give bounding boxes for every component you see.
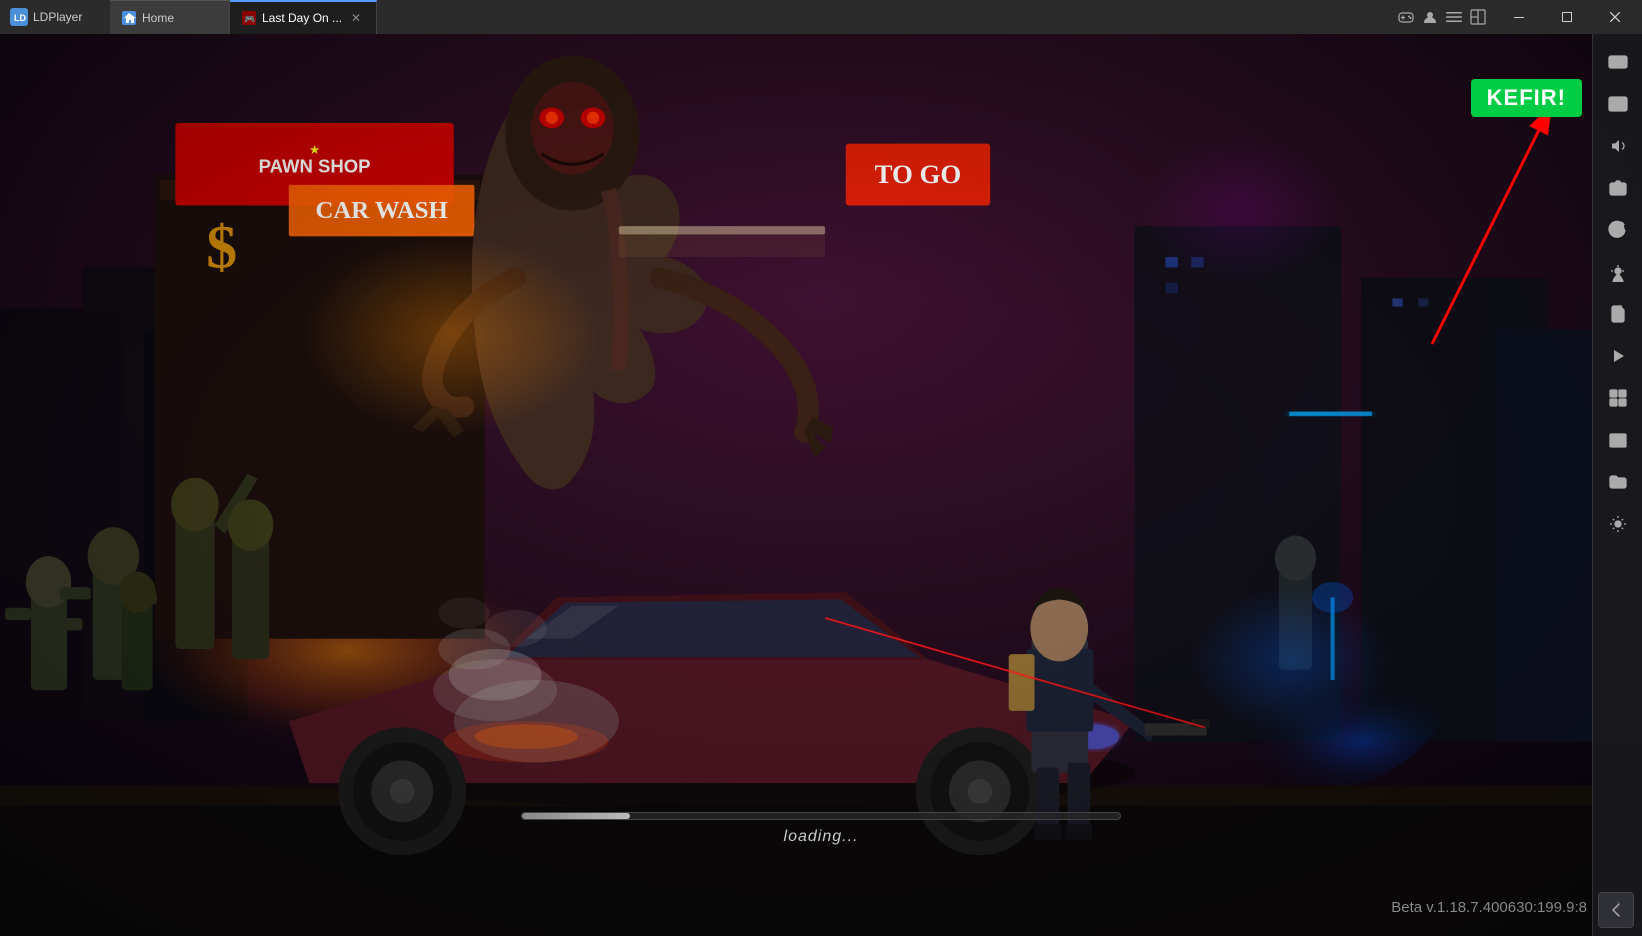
tab-game[interactable]: 🎮 Last Day On ... ✕ [230,0,377,34]
layout-icon[interactable] [1468,7,1488,27]
tab-close-button[interactable]: ✕ [348,10,364,26]
volume-button[interactable] [1598,126,1638,166]
loading-container: loading... [521,812,1121,846]
menu-icon[interactable] [1444,7,1464,27]
titlebar-right-icons [1388,7,1496,27]
home-tab-label: Home [142,11,174,25]
keyboard-button[interactable] [1598,84,1638,124]
tab-home[interactable]: Home [110,0,230,34]
app-logo: LD LDPlayer [0,8,110,26]
svg-text:LD: LD [14,13,26,23]
svg-text:PAWN SHOP: PAWN SHOP [259,155,371,176]
screenshot-button[interactable] [1598,168,1638,208]
window-controls [1496,0,1642,34]
virtual-gps-button[interactable] [1598,252,1638,292]
kefir-badge: KEFIR! [1471,79,1582,117]
game-scene-svg: PAWN SHOP ★ $ CAR WASH TO GO [0,34,1642,936]
keyboard-layout-button[interactable] [1598,42,1638,82]
user-icon[interactable] [1420,7,1440,27]
loading-text: loading... [521,828,1121,846]
back-button[interactable] [1598,892,1634,928]
rotate-button[interactable] [1598,210,1638,250]
svg-text:TO GO: TO GO [875,159,962,189]
record-button[interactable] [1598,336,1638,376]
main-content: PAWN SHOP ★ $ CAR WASH TO GO [0,34,1642,936]
tab-bar: Home 🎮 Last Day On ... ✕ [110,0,1388,34]
home-tab-favicon [122,11,136,25]
svg-text:CAR WASH: CAR WASH [315,197,447,224]
version-text: Beta v.1.18.7.400630:199.9:8 [1391,899,1587,916]
close-button[interactable] [1592,0,1638,34]
loading-bar-fill [522,813,630,819]
maximize-button[interactable] [1544,0,1590,34]
app-title-label: LDPlayer [33,10,82,24]
apk-button[interactable]: APK [1598,294,1638,334]
ld-logo-icon: LD [10,8,28,26]
svg-text:★: ★ [309,143,320,157]
folder-button[interactable] [1598,462,1638,502]
game-tab-label: Last Day On ... [262,11,342,25]
game-tab-favicon: 🎮 [242,11,256,25]
titlebar: LD LDPlayer Home 🎮 Last Day On ... ✕ [0,0,1642,34]
loading-bar-track [521,812,1121,820]
svg-text:$: $ [206,213,237,281]
svg-text:🎮: 🎮 [244,14,255,24]
settings-button[interactable] [1598,504,1638,544]
zoom-button[interactable] [1598,378,1638,418]
right-toolbar: APK [1592,34,1642,936]
svg-text:APK: APK [1613,314,1624,320]
window-button[interactable] [1598,420,1638,460]
gamepad-icon[interactable] [1396,7,1416,27]
minimize-button[interactable] [1496,0,1542,34]
